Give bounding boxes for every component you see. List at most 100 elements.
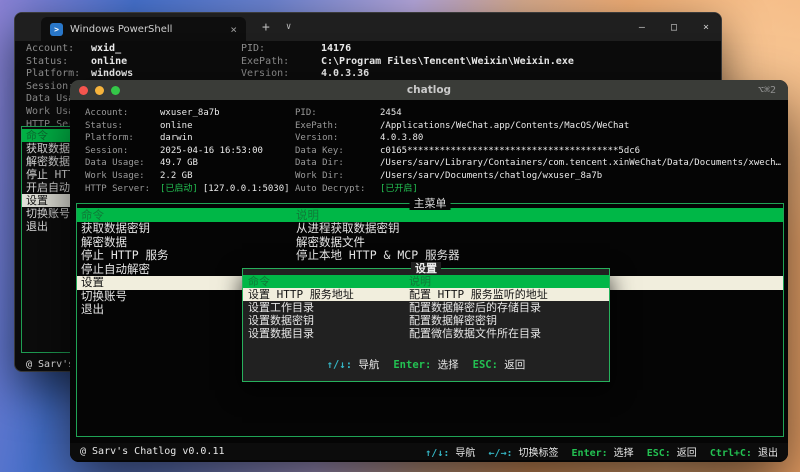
- info-line: PID: 14176: [241, 43, 721, 56]
- column-command: 命令: [248, 275, 270, 288]
- desktop-wallpaper: > Windows PowerShell × + ∨ – □ × Account…: [0, 0, 800, 472]
- info-line: Platform: darwin: [85, 132, 295, 145]
- status-key-hints: ↑/↓: 导航 ←/→: 切换标签 Enter: 选择 ESC: 返回 Ctrl+C: …: [425, 444, 778, 459]
- info-line: Data Dir: /Users/sarv/Library/Containers/…: [295, 157, 788, 170]
- powershell-tabbar: > Windows PowerShell × + ∨ – □ ×: [15, 13, 721, 41]
- menu-item-command: 解密数据: [81, 234, 127, 249]
- info-line: ExePath: C:\Program Files\Tencent\Weixin\…: [241, 56, 721, 69]
- powershell-icon: >: [50, 22, 63, 36]
- info-label: Session:: [85, 145, 129, 156]
- menu-item[interactable]: 获取数据密钥 从进程获取数据密钥: [77, 221, 783, 236]
- status-bar: @ Sarv's Chatlog v0.0.11 ↑/↓: 导航 ←/→: 切换标…: [70, 443, 788, 460]
- key-hint: ESC: 返回: [646, 448, 697, 459]
- tab-title: Windows PowerShell: [70, 23, 173, 35]
- info-line: Data Usage: 49.7 GB: [85, 157, 295, 170]
- tab-close-icon[interactable]: ×: [230, 23, 237, 36]
- status-enabled-badge: [已开启]: [380, 183, 418, 194]
- menu-item-command: 获取数据密钥: [81, 221, 150, 235]
- info-value: c0165***********************************…: [380, 145, 641, 156]
- key-hint: Ctrl+C: 退出: [709, 448, 778, 459]
- info-line: Auto Decrypt: [已开启]: [295, 183, 788, 196]
- window-shortcut-badge: ⌥⌘2: [757, 84, 776, 96]
- info-value: 14176: [321, 43, 352, 54]
- settings-item-description: 配置微信数据文件所在目录: [409, 327, 541, 340]
- window-caption-buttons: – □ ×: [639, 13, 709, 41]
- info-line: Status: online: [85, 120, 295, 133]
- info-line: Version: 4.0.3.80: [295, 132, 788, 145]
- minimize-traffic-light-icon[interactable]: [95, 85, 104, 95]
- info-label: Platform:: [26, 68, 81, 80]
- key-hint: ↑/↓: 导航: [326, 359, 380, 371]
- info-value: C:\Program Files\Tencent\Weixin\Weixin.e…: [321, 55, 574, 67]
- key-hint: ESC: 返回: [472, 359, 526, 371]
- settings-item[interactable]: 设置工作目录 配置数据解密后的存储目录: [243, 301, 609, 314]
- maximize-icon[interactable]: □: [671, 22, 677, 33]
- info-label: Platform:: [85, 133, 134, 144]
- info-value: [127.0.0.1:5030]: [202, 183, 290, 194]
- info-label: Account:: [85, 108, 129, 118]
- info-label: PID:: [241, 43, 266, 54]
- info-label: Data Key:: [295, 145, 344, 156]
- info-value: /Users/sarv/Library/Containers/com.tence…: [380, 158, 781, 169]
- settings-item-command: 设置数据目录: [248, 327, 314, 340]
- column-description: 说明: [296, 208, 319, 222]
- main-menu-title: 主菜单: [409, 197, 451, 210]
- column-command: 命令: [81, 208, 104, 222]
- info-label: Status:: [85, 120, 123, 131]
- info-value: /Applications/WeChat.app/Contents/MacOS/…: [380, 120, 630, 131]
- minimize-icon[interactable]: –: [639, 22, 645, 33]
- info-line: HTTP Server: [已启动] [127.0.0.1:5030]: [85, 183, 295, 196]
- traffic-lights: [79, 85, 120, 95]
- info-line: Work Dir: /Users/sarv/Documents/chatlog/w…: [295, 170, 788, 183]
- info-value: 49.7 GB: [160, 158, 198, 169]
- settings-item[interactable]: 设置 HTTP 服务地址 配置 HTTP 服务监听的地址: [243, 288, 609, 301]
- settings-item-command: 设置 HTTP 服务地址: [248, 288, 354, 301]
- settings-item-description: 配置数据解密密钥: [409, 314, 497, 327]
- info-label: ExePath:: [295, 120, 339, 131]
- settings-item[interactable]: 设置数据密钥 配置数据解密密钥: [243, 314, 609, 327]
- info-line: Status: online: [26, 56, 241, 69]
- info-value: windows: [91, 68, 134, 80]
- chatlog-window: chatlog ⌥⌘2 Account: wxuser_8a7b Status: on…: [70, 80, 788, 462]
- menu-item-description: 从进程获取数据密钥: [296, 222, 400, 235]
- settings-item-command: 设置工作目录: [248, 301, 314, 314]
- tab-dropdown-icon[interactable]: ∨: [286, 22, 291, 32]
- info-value: wxid_: [91, 43, 122, 54]
- chatlog-titlebar[interactable]: chatlog ⌥⌘2: [70, 80, 788, 100]
- info-line: Version: 4.0.3.36: [241, 68, 721, 81]
- settings-item[interactable]: 设置数据目录 配置微信数据文件所在目录: [243, 327, 609, 340]
- zoom-traffic-light-icon[interactable]: [111, 85, 120, 95]
- settings-dialog-header: 命令 说明: [243, 275, 609, 288]
- menu-item[interactable]: 停止 HTTP 服务 停止本地 HTTP & MCP 服务器: [77, 248, 783, 263]
- info-label: Data Dir:: [295, 158, 344, 169]
- tab-windows-powershell[interactable]: > Windows PowerShell ×: [41, 17, 246, 41]
- close-icon[interactable]: ×: [703, 22, 709, 33]
- chatlog-terminal-content: Account: wxuser_8a7b Status: online Platform…: [70, 100, 788, 462]
- close-traffic-light-icon[interactable]: [79, 85, 88, 95]
- info-line: ExePath: /Applications/WeChat.app/Content…: [295, 120, 788, 133]
- info-line: Data Key: c0165**************************…: [295, 145, 788, 158]
- info-value: /Users/sarv/Documents/chatlog/wxuser_8a7…: [380, 170, 603, 181]
- info-label: Version:: [241, 68, 290, 80]
- info-line: Work Usage: 2.2 GB: [85, 170, 295, 183]
- settings-dialog-title: 设置: [411, 262, 441, 275]
- settings-item-description: 配置 HTTP 服务监听的地址: [409, 288, 548, 301]
- app-version-text: @ Sarv's Chatlog v0.0.11: [80, 446, 225, 457]
- new-tab-button[interactable]: +: [262, 20, 270, 35]
- info-line: Platform: windows: [26, 68, 241, 81]
- status-enabled-badge: [已启动]: [160, 183, 198, 194]
- key-name: Enter:: [393, 359, 432, 371]
- menu-item-description: 解密数据文件: [296, 235, 365, 249]
- info-label: Version:: [295, 133, 339, 144]
- info-value: 2.2 GB: [160, 170, 193, 181]
- menu-item[interactable]: 解密数据 解密数据文件: [77, 234, 783, 250]
- info-label: Auto Decrypt:: [295, 183, 366, 194]
- info-value: darwin: [160, 133, 193, 144]
- key-name: ↑/↓:: [425, 448, 450, 459]
- info-label: Status:: [26, 55, 69, 67]
- key-name: ESC:: [472, 359, 498, 371]
- info-value: wxuser_8a7b: [160, 108, 220, 118]
- key-hint: ↑/↓: 导航: [425, 448, 476, 459]
- info-label: PID:: [295, 108, 317, 118]
- key-name: Ctrl+C:: [709, 448, 752, 459]
